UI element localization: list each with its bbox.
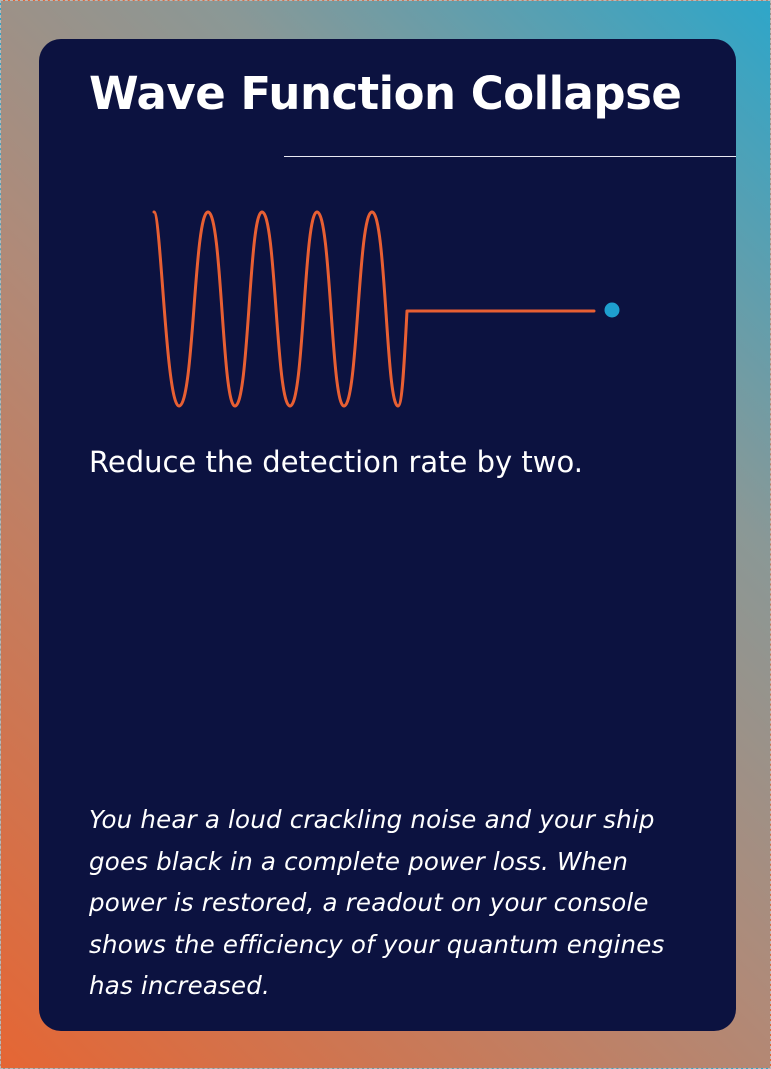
wave-collapse-icon [152, 210, 620, 408]
card-title: Wave Function Collapse [89, 67, 682, 120]
wave-line [152, 210, 596, 408]
title-divider [284, 156, 736, 157]
card-frame: Wave Function Collapse Reduce the detect… [0, 0, 771, 1069]
endpoint-dot [604, 302, 620, 318]
flavor-text: You hear a loud crackling noise and your… [89, 805, 665, 1000]
effect-text: Reduce the detection rate by two. [89, 445, 583, 479]
card-panel: Wave Function Collapse Reduce the detect… [39, 39, 736, 1031]
